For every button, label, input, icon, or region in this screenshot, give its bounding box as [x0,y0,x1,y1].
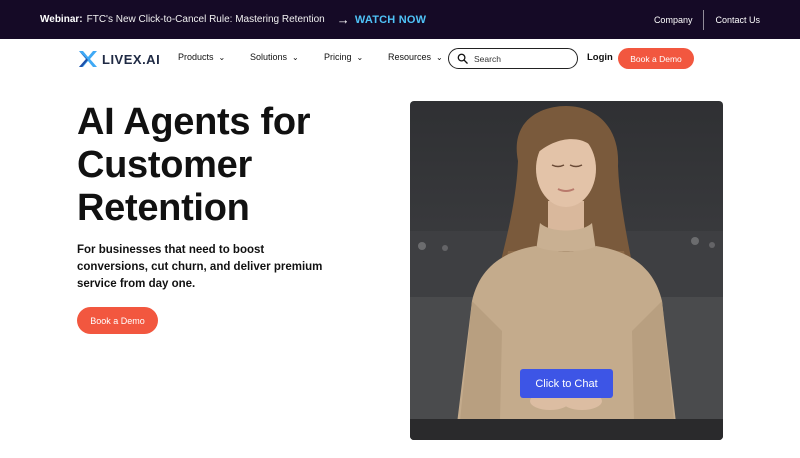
search-input[interactable] [474,53,569,64]
arrow-right-icon: → [336,12,350,27]
menu-item-pricing[interactable]: Pricing ⌄ [324,52,364,62]
chevron-down-icon: ⌄ [356,52,364,62]
menu-item-label: Pricing [324,52,352,62]
menu-item-resources[interactable]: Resources ⌄ [388,52,443,62]
top-links-divider [703,9,705,30]
menu-item-label: Solutions [250,52,288,62]
search-icon [457,53,468,64]
chevron-down-icon: ⌄ [292,52,299,62]
watch-now-label: WATCH NOW [354,13,427,26]
click-to-chat-button[interactable]: Click to Chat [520,369,613,398]
top-links: Company Contact Us [654,0,760,39]
announcement-bar: Webinar: FTC's New Click-to-Cancel Rule:… [0,0,800,39]
book-demo-hero-button[interactable]: Book a Demo [77,307,158,334]
chevron-down-icon: ⌄ [218,52,226,62]
menu-item-products[interactable]: Products ⌄ [178,52,226,62]
menu-item-solutions[interactable]: Solutions ⌄ [250,52,299,62]
brand-logo[interactable]: LIVEX.AI [78,50,160,68]
chevron-down-icon: ⌄ [436,52,443,62]
announcement: Webinar: FTC's New Click-to-Cancel Rule:… [40,0,426,39]
hero-title: AI Agents for Customer Retention [77,101,397,230]
livex-logo-icon [79,51,97,67]
search-box[interactable] [448,48,578,69]
company-link[interactable]: Company [654,15,693,25]
menu-item-label: Resources [388,52,432,62]
hero-title-line: Customer [77,144,252,186]
main-menu: Products ⌄ Solutions ⌄ Pricing ⌄ Resourc… [178,52,469,62]
hero-title-line: AI Agents for [77,101,311,143]
watch-now-link[interactable]: → WATCH NOW [337,12,426,27]
menu-item-label: Products [178,52,214,62]
announcement-lead: Webinar: [40,14,83,25]
contact-us-link[interactable]: Contact Us [715,15,760,25]
brand-name: LIVEX.AI [102,51,161,67]
hero-subtitle: For businesses that need to boost conver… [77,244,323,290]
book-demo-nav-button[interactable]: Book a Demo [618,48,694,69]
hero-title-line: Retention [77,187,250,229]
login-link[interactable]: Login [587,52,613,63]
announcement-message[interactable]: FTC's New Click-to-Cancel Rule: Masterin… [87,14,325,25]
